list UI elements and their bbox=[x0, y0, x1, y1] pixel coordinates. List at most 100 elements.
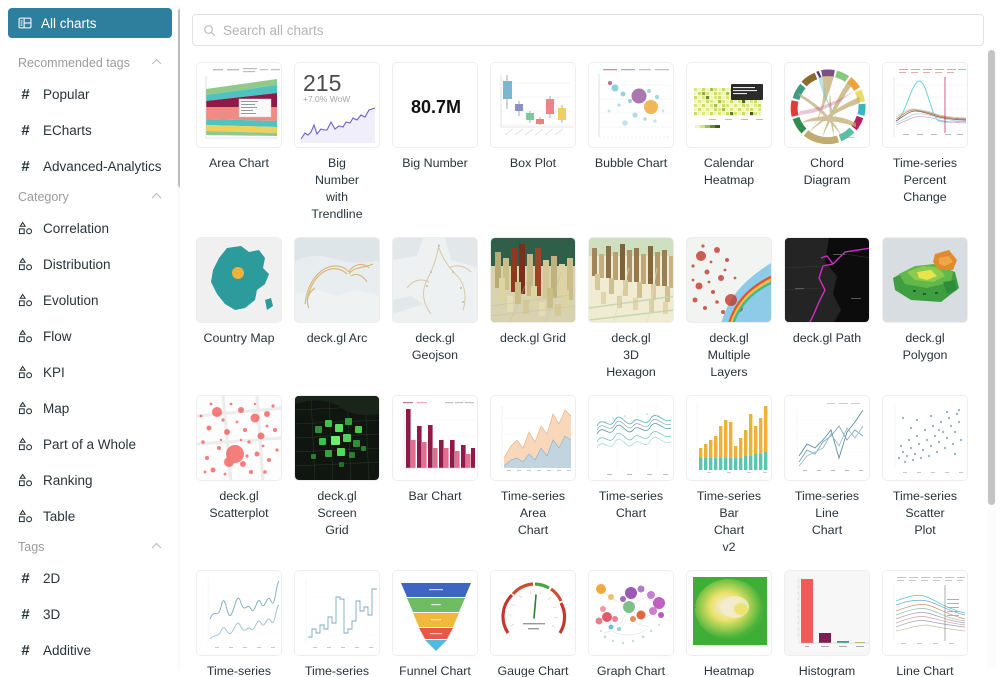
chart-card-deckgl-path[interactable]: deck.gl Path bbox=[784, 237, 870, 381]
chart-card-histogram[interactable]: Histogram bbox=[784, 570, 870, 677]
deckgl-3d-hexagon-thumb bbox=[588, 237, 674, 323]
sidebar-item-advanced-analytics[interactable]: # Advanced-Analytics bbox=[8, 148, 172, 184]
deckgl-arc-thumb bbox=[294, 237, 380, 323]
sidebar-section-header-recommended-tags[interactable]: Recommended tags bbox=[8, 50, 172, 76]
chart-card-label: deck.gl Arc bbox=[306, 331, 368, 345]
ts-stepped-line-thumb bbox=[294, 570, 380, 656]
chart-card-label: Box Plot bbox=[509, 156, 557, 170]
sidebar-item-label: Popular bbox=[43, 86, 90, 102]
deckgl-scatterplot-thumb bbox=[196, 395, 282, 481]
chart-card-label: deck.gl Multiple Layers bbox=[707, 331, 751, 379]
all-charts-label: All charts bbox=[41, 15, 97, 31]
sidebar-item-label: Evolution bbox=[43, 292, 99, 308]
chevron-up-icon bbox=[151, 542, 162, 553]
chart-card-deckgl-grid[interactable]: deck.gl Grid bbox=[490, 237, 576, 381]
sidebar-item-additive[interactable]: # Additive bbox=[8, 632, 172, 668]
chart-card-time-series-percent-change[interactable]: Time-series Percent Change bbox=[882, 62, 968, 223]
chart-grid-scrollbar-thumb[interactable] bbox=[988, 50, 995, 505]
country-map-thumb bbox=[196, 237, 282, 323]
all-charts-icon bbox=[18, 16, 32, 30]
sidebar-item-label: Distribution bbox=[43, 256, 111, 272]
graph-chart-thumb bbox=[588, 570, 674, 656]
chart-card-calendar-heatmap[interactable]: Calendar Heatmap bbox=[686, 62, 772, 223]
search-input[interactable] bbox=[223, 22, 973, 38]
ts-smooth-line-thumb bbox=[196, 570, 282, 656]
chart-card-country-map[interactable]: Country Map bbox=[196, 237, 282, 381]
chart-card-time-series-scatter-plot[interactable]: Time-series Scatter Plot bbox=[882, 395, 968, 556]
chart-card-heatmap[interactable]: Heatmap bbox=[686, 570, 772, 677]
chart-card-time-series-line-chart[interactable]: Time-series Line Chart bbox=[784, 395, 870, 556]
chart-card-label: Calendar Heatmap bbox=[703, 156, 755, 187]
sidebar-section-header-category[interactable]: Category bbox=[8, 184, 172, 210]
chart-card-label: Bar Chart bbox=[408, 489, 462, 503]
chart-card-label: Graph Chart bbox=[596, 664, 666, 677]
chart-card-time-series-smooth-line[interactable]: Time-series Smooth Line bbox=[196, 570, 282, 677]
sidebar: All charts Recommended tags # Popular # … bbox=[0, 0, 180, 677]
chart-card-chord-diagram[interactable]: Chord Diagram bbox=[784, 62, 870, 223]
sidebar-section-header-tags[interactable]: Tags bbox=[8, 534, 172, 560]
chart-card-label: Big Number bbox=[402, 156, 468, 170]
sidebar-item-popular[interactable]: # Popular bbox=[8, 76, 172, 112]
big-number-thumb: 80.7M bbox=[392, 62, 478, 148]
chart-card-label: Histogram bbox=[798, 664, 856, 677]
shapes-icon bbox=[18, 401, 33, 416]
bar-chart-thumb bbox=[392, 395, 478, 481]
calendar-heatmap-thumb bbox=[686, 62, 772, 148]
svg-text:215: 215 bbox=[303, 70, 341, 96]
chart-card-graph-chart[interactable]: Graph Chart bbox=[588, 570, 674, 677]
sidebar-item-echarts[interactable]: # ECharts bbox=[8, 112, 172, 148]
sidebar-item-map[interactable]: Map bbox=[8, 390, 172, 426]
chart-card-area-chart[interactable]: Area Chart bbox=[196, 62, 282, 223]
sidebar-item-3d[interactable]: # 3D bbox=[8, 596, 172, 632]
chart-card-label: Funnel Chart bbox=[399, 664, 471, 677]
chart-card-label: deck.gl Grid bbox=[499, 331, 567, 345]
chevron-up-icon bbox=[151, 58, 162, 69]
chart-card-label: Time-series Smooth Line bbox=[206, 664, 272, 677]
sidebar-item-kpi[interactable]: KPI bbox=[8, 354, 172, 390]
chart-card-big-number-with-trendline[interactable]: 215 +7.0% WoW Big Number with Trendline bbox=[294, 62, 380, 223]
chart-card-funnel-chart[interactable]: Funnel Chart bbox=[392, 570, 478, 677]
chart-card-bar-chart[interactable]: Bar Chart bbox=[392, 395, 478, 556]
chart-card-label: deck.gl Path bbox=[792, 331, 862, 345]
deckgl-screen-grid-thumb bbox=[294, 395, 380, 481]
chart-card-big-number[interactable]: 80.7M Big Number bbox=[392, 62, 478, 223]
hash-icon: # bbox=[21, 85, 30, 103]
chart-grid: Area Chart 215 +7.0% WoW Big Number with… bbox=[192, 56, 984, 677]
hash-icon: # bbox=[21, 569, 30, 587]
chart-card-label: Time-series Scatter Plot bbox=[892, 489, 958, 537]
shapes-icon bbox=[18, 257, 33, 272]
sidebar-item-table[interactable]: Table bbox=[8, 498, 172, 534]
chart-card-box-plot[interactable]: Box Plot bbox=[490, 62, 576, 223]
chart-card-label: Time-series Chart bbox=[598, 489, 664, 520]
chart-card-gauge-chart[interactable]: Gauge Chart bbox=[490, 570, 576, 677]
chart-card-deckgl-arc[interactable]: deck.gl Arc bbox=[294, 237, 380, 381]
ts-area-chart-thumb bbox=[490, 395, 576, 481]
chart-card-line-chart[interactable]: Line Chart bbox=[882, 570, 968, 677]
chart-card-deckgl-screen-grid[interactable]: deck.gl Screen Grid bbox=[294, 395, 380, 556]
main-panel: Area Chart 215 +7.0% WoW Big Number with… bbox=[180, 0, 1000, 677]
chart-card-deckgl-multiple-layers[interactable]: deck.gl Multiple Layers bbox=[686, 237, 772, 381]
chart-card-label: Time-series Percent Change bbox=[892, 156, 958, 204]
chart-card-deckgl-3d-hexagon[interactable]: deck.gl 3D Hexagon bbox=[588, 237, 674, 381]
sidebar-item-ranking[interactable]: Ranking bbox=[8, 462, 172, 498]
chart-card-deckgl-polygon[interactable]: deck.gl Polygon bbox=[882, 237, 968, 381]
shapes-icon bbox=[18, 365, 33, 380]
sidebar-item-2d[interactable]: # 2D bbox=[8, 560, 172, 596]
chart-card-deckgl-geojson[interactable]: deck.gl Geojson bbox=[392, 237, 478, 381]
chart-card-bubble-chart[interactable]: Bubble Chart bbox=[588, 62, 674, 223]
chart-card-time-series-chart[interactable]: Time-series Chart bbox=[588, 395, 674, 556]
chart-card-label: Area Chart bbox=[209, 156, 269, 170]
sidebar-item-all-charts[interactable]: All charts bbox=[8, 8, 172, 38]
sidebar-item-distribution[interactable]: Distribution bbox=[8, 246, 172, 282]
chart-card-deckgl-scatterplot[interactable]: deck.gl Scatterplot bbox=[196, 395, 282, 556]
chart-card-time-series-stepped-line[interactable]: Time-series Stepped Line bbox=[294, 570, 380, 677]
sidebar-item-label: Advanced-Analytics bbox=[43, 158, 162, 174]
sidebar-item-part-of-a-whole[interactable]: Part of a Whole bbox=[8, 426, 172, 462]
sidebar-item-correlation[interactable]: Correlation bbox=[8, 210, 172, 246]
sidebar-item-evolution[interactable]: Evolution bbox=[8, 282, 172, 318]
sidebar-item-flow[interactable]: Flow bbox=[8, 318, 172, 354]
chart-card-time-series-area-chart[interactable]: Time-series Area Chart bbox=[490, 395, 576, 556]
search-box[interactable] bbox=[192, 14, 984, 46]
line-chart-thumb bbox=[882, 570, 968, 656]
chart-card-time-series-bar-chart-v2[interactable]: Time-series Bar Chart v2 bbox=[686, 395, 772, 556]
